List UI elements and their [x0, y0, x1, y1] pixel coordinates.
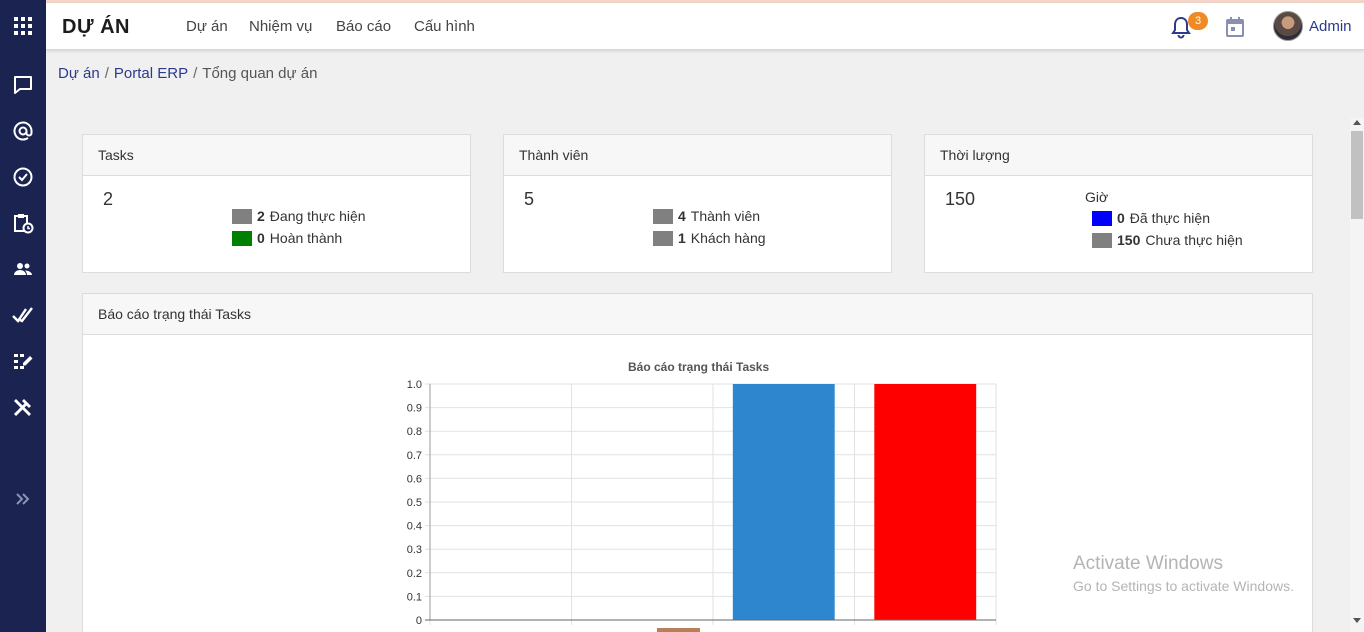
tasks-card: Tasks 2 2 Đang thực hiện 0 Hoàn thành	[82, 134, 471, 273]
sidebar	[0, 0, 46, 632]
legend-swatch	[1092, 210, 1112, 226]
y-tick-label: 0.4	[407, 521, 422, 533]
legend-label: Chưa thực hiện	[1145, 232, 1243, 248]
breadcrumb-current: Tổng quan dự án	[202, 65, 318, 82]
card-title: Thành viên	[504, 135, 891, 176]
legend-swatch	[653, 208, 673, 224]
scroll-up-arrow-icon[interactable]	[1353, 120, 1361, 125]
y-tick-label: 0.3	[407, 544, 422, 556]
legend-label: Đã thực hiện	[1129, 210, 1210, 226]
grid-edit-icon[interactable]	[0, 346, 46, 376]
legend-members: 4 Thành viên	[653, 208, 760, 224]
legend-swatch	[232, 230, 252, 246]
chat-icon[interactable]	[0, 70, 46, 100]
y-tick-label: 0.7	[407, 450, 422, 462]
watermark-subtitle: Go to Settings to activate Windows.	[1073, 578, 1294, 594]
legend-swatch	[232, 208, 252, 224]
y-tick-label: 0.1	[407, 591, 422, 603]
y-tick-label: 0.6	[407, 473, 422, 485]
breadcrumb-separator: /	[104, 65, 109, 82]
nav-cau-hinh[interactable]: Cấu hình	[414, 18, 475, 35]
top-navbar: DỰ ÁN Dự án Nhiệm vụ Báo cáo Cấu hình 3 …	[46, 3, 1364, 50]
legend-not-done: 150 Chưa thực hiện	[1092, 232, 1243, 248]
watermark-title: Activate Windows	[1073, 553, 1223, 574]
expand-chevrons-icon[interactable]	[0, 484, 46, 514]
y-tick-label: 0	[416, 615, 422, 627]
at-sign-icon[interactable]	[0, 116, 46, 146]
y-tick-label: 1.0	[407, 379, 422, 391]
members-card: Thành viên 5 4 Thành viên 1 Khách hàng	[503, 134, 892, 273]
legend-swatch	[1092, 232, 1112, 248]
legend-value: 1	[678, 230, 686, 246]
card-title: Thời lượng	[925, 135, 1312, 176]
taskbar-fragment	[657, 628, 700, 632]
y-tick-label: 0.9	[407, 403, 422, 415]
legend-customers: 1 Khách hàng	[653, 230, 766, 246]
people-icon[interactable]	[0, 254, 46, 284]
nav-du-an[interactable]: Dự án	[186, 18, 228, 35]
legend-value: 150	[1117, 232, 1141, 248]
check-circle-icon[interactable]	[0, 162, 46, 192]
scroll-down-arrow-icon[interactable]	[1353, 618, 1361, 623]
breadcrumb: Dự án / Portal ERP / Tổng quan dự án	[58, 65, 317, 82]
app-title: DỰ ÁN	[62, 16, 130, 38]
legend-value: 4	[678, 208, 686, 224]
legend-in-progress: 2 Đang thực hiện	[232, 208, 366, 224]
y-tick-label: 0.5	[407, 497, 422, 509]
legend-label: Thành viên	[690, 208, 761, 224]
legend-done: 0 Đã thực hiện	[1092, 210, 1210, 226]
notification-badge: 3	[1188, 12, 1208, 30]
y-tick-label: 0.2	[407, 568, 422, 580]
legend-label: Hoàn thành	[269, 230, 343, 246]
apps-grid-icon[interactable]	[0, 11, 46, 41]
avatar[interactable]	[1273, 11, 1303, 41]
nav-nhiem-vu[interactable]: Nhiệm vụ	[249, 18, 312, 35]
legend-value: 0	[1117, 210, 1125, 226]
duration-card: Thời lượng 150 Giờ 0 Đã thực hiện 150 Ch…	[924, 134, 1313, 273]
legend-swatch	[653, 230, 673, 246]
legend-value: 0	[257, 230, 265, 246]
chart-bar	[874, 384, 977, 620]
tools-icon[interactable]	[0, 392, 46, 422]
breadcrumb-du-an[interactable]: Dự án	[58, 65, 100, 82]
double-check-icon[interactable]	[0, 300, 46, 330]
breadcrumb-separator: /	[193, 65, 198, 82]
duration-total: 150	[945, 189, 976, 209]
legend-label: Đang thực hiện	[269, 208, 366, 224]
legend-value: 2	[257, 208, 265, 224]
breadcrumb-portal-erp[interactable]: Portal ERP	[114, 65, 188, 82]
y-tick-label: 0.8	[407, 426, 422, 438]
clipboard-clock-icon[interactable]	[0, 208, 46, 238]
legend-completed: 0 Hoàn thành	[232, 230, 342, 246]
calendar-icon[interactable]	[1225, 16, 1245, 38]
scrollbar-thumb[interactable]	[1351, 131, 1363, 219]
members-total: 5	[524, 189, 535, 209]
user-name[interactable]: Admin	[1309, 18, 1352, 35]
card-title: Tasks	[83, 135, 470, 176]
tasks-total: 2	[103, 189, 114, 209]
duration-unit: Giờ	[1085, 189, 1109, 205]
chart-bar	[732, 384, 835, 620]
legend-label: Khách hàng	[690, 230, 766, 246]
nav-bao-cao[interactable]: Báo cáo	[336, 18, 391, 35]
